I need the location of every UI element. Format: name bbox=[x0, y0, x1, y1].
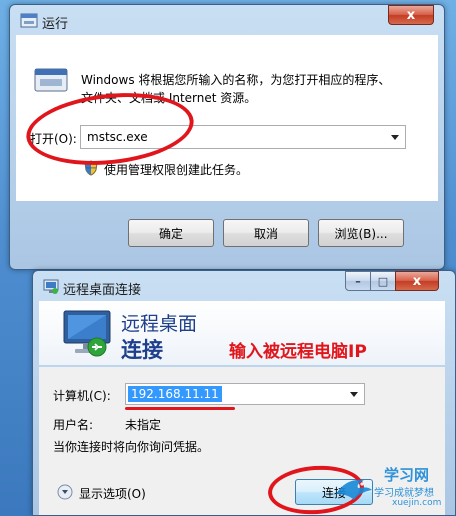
cancel-button-label: 取消 bbox=[253, 226, 278, 241]
watermark: 学习网 学习成就梦想 xuejin.com bbox=[330, 462, 454, 514]
computer-input-value: 192.168.11.11 bbox=[128, 386, 222, 402]
maximize-icon: □ bbox=[377, 274, 389, 288]
run-titlebar[interactable]: 运行 x bbox=[10, 5, 444, 35]
show-options-link[interactable]: 显示选项(O) bbox=[79, 485, 146, 502]
run-program-icon bbox=[34, 68, 68, 92]
browse-button-label: 浏览(B)... bbox=[334, 226, 388, 241]
run-description-line1: Windows 将根据您所输入的名称，为您打开相应的程序、 bbox=[81, 73, 391, 87]
open-combobox[interactable]: mstsc.exe bbox=[80, 125, 406, 149]
rdc-titlebar[interactable]: 远程桌面连接 – □ x bbox=[33, 271, 455, 301]
header-title-line2: 连接 bbox=[121, 338, 163, 362]
username-label: 用户名: bbox=[53, 418, 94, 432]
ok-button-label: 确定 bbox=[158, 226, 183, 241]
rdc-app-icon bbox=[43, 279, 59, 294]
open-input-value: mstsc.exe bbox=[87, 130, 148, 144]
chevron-down-icon[interactable] bbox=[350, 392, 358, 397]
run-app-icon bbox=[20, 13, 38, 28]
rdc-maximize-button[interactable]: □ bbox=[370, 271, 396, 291]
ip-annotation: 输入被远程电脑IP bbox=[229, 342, 367, 362]
header-title-line1: 远程桌面 bbox=[121, 313, 198, 335]
cancel-button[interactable]: 取消 bbox=[223, 219, 309, 247]
watermark-bird-logo bbox=[336, 479, 372, 500]
rdc-minimize-button[interactable]: – bbox=[345, 271, 371, 291]
rdc-title: 远程桌面连接 bbox=[63, 283, 142, 298]
monitor-icon bbox=[63, 310, 111, 357]
highlight-underline bbox=[125, 407, 235, 410]
minimize-icon: – bbox=[355, 274, 361, 288]
watermark-line2: 学习成就梦想 bbox=[374, 488, 434, 499]
browse-button[interactable]: 浏览(B)... bbox=[318, 219, 404, 247]
expand-options-icon[interactable] bbox=[57, 484, 73, 500]
close-icon: x bbox=[412, 273, 422, 289]
close-icon: x bbox=[406, 7, 416, 23]
computer-label: 计算机(C): bbox=[53, 389, 111, 403]
run-dialog: 运行 x Windows 将根据您所输入的名称，为您打开相应的程序、 文件夹、文… bbox=[9, 4, 445, 270]
computer-combobox[interactable]: 192.168.11.11 bbox=[125, 383, 365, 405]
rdc-header: 远程桌面 连接 输入被远程电脑IP bbox=[39, 301, 445, 365]
credentials-note: 当你连接时将向你询问凭据。 bbox=[53, 440, 210, 454]
admin-note: 使用管理权限创建此任务。 bbox=[104, 163, 249, 177]
run-title: 运行 bbox=[42, 17, 69, 32]
chevron-down-icon[interactable] bbox=[391, 135, 399, 140]
run-description-line2: 文件夹、文档或 Internet 资源。 bbox=[81, 91, 257, 105]
username-value: 未指定 bbox=[125, 418, 162, 432]
watermark-line3: xuejin.com bbox=[392, 498, 442, 508]
shield-icon bbox=[84, 160, 98, 176]
run-close-button[interactable]: x bbox=[388, 5, 434, 25]
open-label: 打开(O): bbox=[30, 132, 77, 146]
run-client-area: Windows 将根据您所输入的名称，为您打开相应的程序、 文件夹、文档或 In… bbox=[16, 35, 438, 201]
ok-button[interactable]: 确定 bbox=[128, 219, 214, 247]
watermark-line1: 学习网 bbox=[384, 466, 430, 484]
rdc-close-button[interactable]: x bbox=[395, 271, 439, 291]
